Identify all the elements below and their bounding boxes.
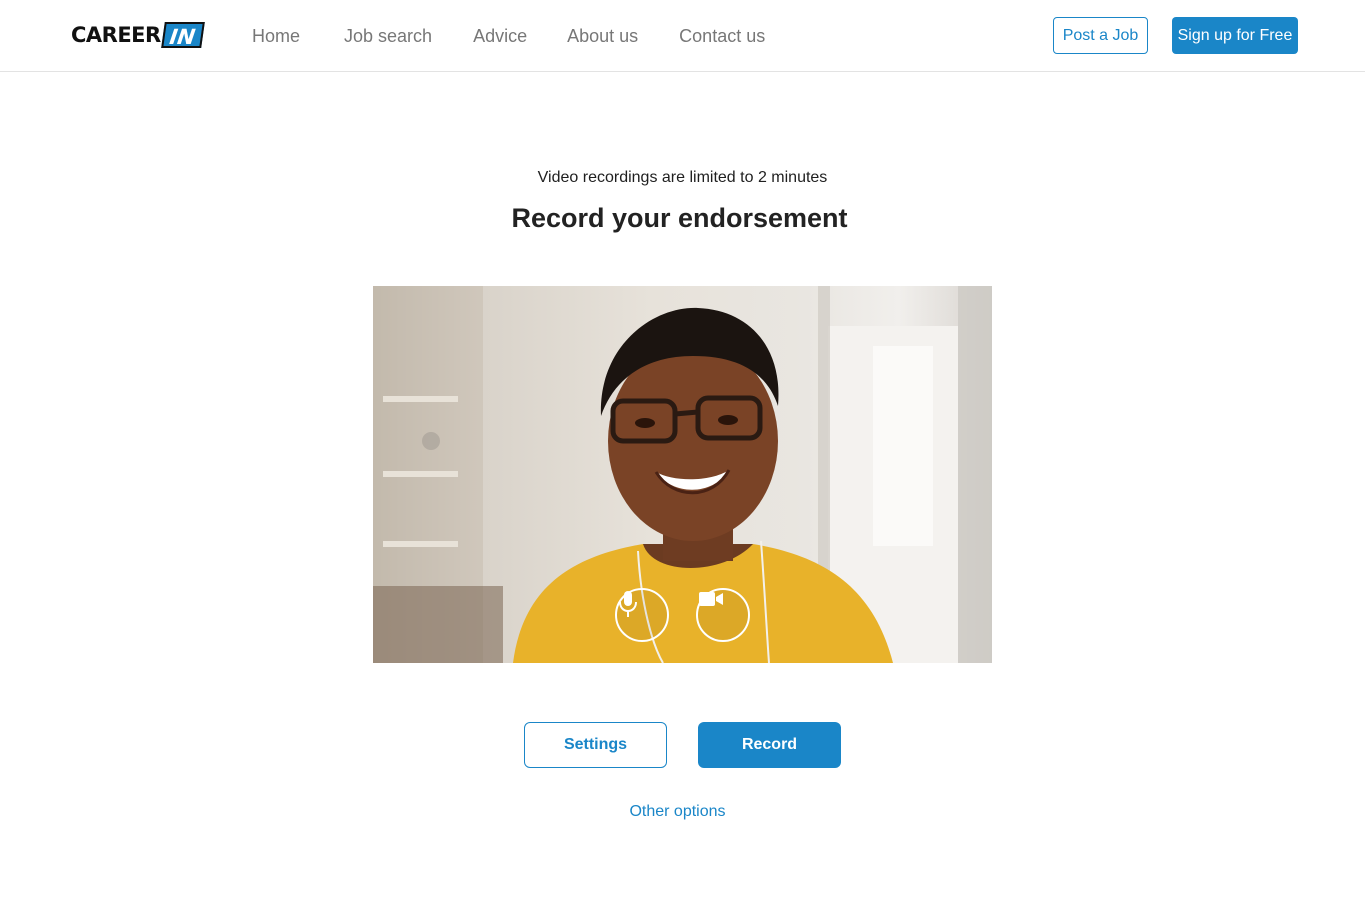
nav-about-us[interactable]: About us bbox=[567, 24, 638, 48]
logo-wordmark: CAREER bbox=[71, 23, 161, 47]
video-camera-icon bbox=[699, 592, 723, 606]
logo-in-badge: IN bbox=[160, 22, 205, 49]
site-header: CAREER IN Home Job search Advice About u… bbox=[0, 0, 1365, 72]
main-nav: Home Job search Advice About us Contact … bbox=[252, 24, 765, 48]
post-job-button[interactable]: Post a Job bbox=[1053, 17, 1148, 54]
microphone-toggle[interactable] bbox=[615, 588, 669, 642]
careerin-logo[interactable]: CAREER IN bbox=[71, 22, 205, 49]
nav-home[interactable]: Home bbox=[252, 24, 300, 48]
other-options-link[interactable]: Other options bbox=[629, 803, 725, 820]
microphone-icon bbox=[619, 591, 637, 617]
video-preview-image bbox=[373, 286, 992, 663]
video-preview bbox=[373, 286, 992, 663]
nav-contact-us[interactable]: Contact us bbox=[679, 24, 765, 48]
recording-limit-note: Video recordings are limited to 2 minute… bbox=[537, 169, 828, 186]
other-options-row: Other options bbox=[0, 802, 1355, 822]
settings-button[interactable]: Settings bbox=[524, 722, 667, 768]
camera-toggle[interactable] bbox=[696, 588, 750, 642]
page-title: Record your endorsement bbox=[511, 203, 848, 233]
sign-up-button[interactable]: Sign up for Free bbox=[1172, 17, 1298, 54]
nav-advice[interactable]: Advice bbox=[473, 24, 527, 48]
nav-job-search[interactable]: Job search bbox=[344, 24, 432, 48]
record-button[interactable]: Record bbox=[698, 722, 841, 768]
